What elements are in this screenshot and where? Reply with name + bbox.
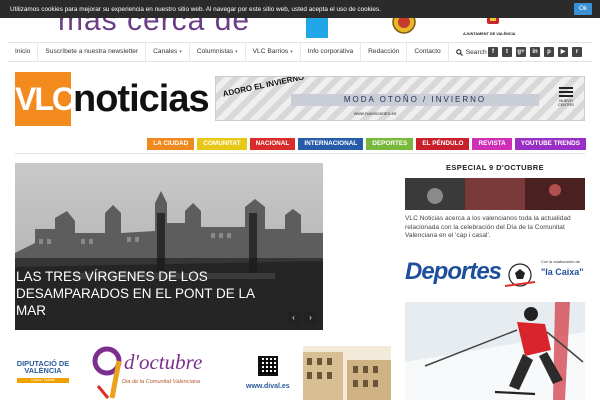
buildings-photo	[303, 346, 391, 400]
logo-noticias: noticias	[73, 78, 210, 120]
nine-icon	[92, 346, 122, 399]
divider	[15, 153, 585, 154]
special-image[interactable]	[405, 178, 585, 210]
nav-item-canales[interactable]: Canales ▾	[146, 42, 190, 62]
dival-url[interactable]: www.dival.es	[246, 383, 290, 390]
category-tag-5[interactable]: EL PÉNDULO	[416, 138, 470, 150]
slider-next-button[interactable]: ›	[304, 311, 317, 325]
buildings-image[interactable]	[303, 346, 391, 400]
diputacio-subtitle: Cultura i Turisme	[17, 378, 69, 383]
category-bar: LA CIUDAD COMUNITAT NACIONAL INTERNACIONAL D…	[147, 138, 586, 150]
cookie-bar: Utilizamos cookies para mejorar su exper…	[0, 0, 600, 18]
special-title: ESPECIAL 9 D'OCTUBRE	[446, 163, 544, 172]
deportes-banner[interactable]: Deportes Con la colaboración de "la Caix…	[405, 258, 585, 290]
octubre-title: d'octubre	[124, 350, 203, 374]
deportes-label: Deportes	[405, 258, 502, 285]
ad-brand: NUEVO CENTRO	[556, 85, 576, 107]
colab-label: Con la colaboración de	[541, 260, 580, 264]
octubre-subtitle: Dia de la Comunitat Valenciana	[122, 379, 201, 385]
pinterest-icon[interactable]: p	[544, 47, 554, 57]
nav-item-contacto[interactable]: Contacto	[407, 42, 449, 62]
main-nav: Inicio Suscríbete a nuestra newsletter C…	[8, 42, 592, 62]
diputacio-logo[interactable]: DIPUTACIÓ DE VALÈNCIA Cultura i Turisme	[15, 360, 71, 384]
site-logo[interactable]: VLC noticias	[15, 72, 210, 126]
cookie-ok-button[interactable]: Ok	[574, 3, 592, 15]
nav-item-redaccion[interactable]: Redacción	[361, 42, 408, 62]
ski-photo	[405, 302, 585, 400]
twitter-icon[interactable]: t	[502, 47, 512, 57]
category-tag-7[interactable]: YOUTUBE TRENDS	[514, 138, 586, 150]
category-tag-1[interactable]: COMUNITAT	[197, 138, 247, 150]
youtube-icon[interactable]: ▶	[558, 47, 568, 57]
special-photo	[405, 178, 585, 210]
logo-vlc: VLC	[15, 72, 75, 126]
category-tag-0[interactable]: LA CIUDAD	[147, 138, 195, 150]
slider-prev-button[interactable]: ‹	[287, 311, 300, 325]
special-description: VLC Noticias acerca a los valencianos to…	[405, 215, 571, 240]
nuevo-centro-icon	[559, 87, 573, 97]
ad-url: www.nuevocentro.es	[354, 111, 397, 116]
search-label: Search	[465, 48, 487, 56]
cookie-text: Utilizamos cookies para mejorar su exper…	[10, 5, 381, 13]
octubre-banner[interactable]: d'octubre Dia de la Comunitat Valenciana	[82, 344, 232, 400]
search-button[interactable]: Search	[449, 43, 494, 62]
category-tag-2[interactable]: NACIONAL	[249, 138, 296, 150]
qr-code-icon	[258, 356, 278, 376]
chevron-down-icon: ▾	[290, 49, 293, 55]
category-tag-4[interactable]: DEPORTES	[366, 138, 414, 150]
search-icon	[455, 48, 463, 56]
ski-image[interactable]	[405, 302, 585, 400]
chevron-down-icon: ▾	[179, 49, 182, 55]
ad-banner[interactable]: ADORO EL INVIERNO MODA OTOÑO / INVIERNO …	[215, 76, 585, 121]
facebook-icon[interactable]: f	[488, 47, 498, 57]
slider-title[interactable]: Las tres vírgenes de los desamparados en…	[16, 268, 266, 319]
diputacio-title: DIPUTACIÓ DE VALÈNCIA	[16, 359, 70, 375]
category-tag-3[interactable]: INTERNACIONAL	[298, 138, 364, 150]
caixa-label: "la Caixa"	[541, 267, 584, 277]
linkedin-icon[interactable]: in	[530, 47, 540, 57]
ad-headline: MODA OTOÑO / INVIERNO	[291, 94, 539, 106]
category-tag-6[interactable]: REVISTA	[472, 138, 512, 150]
social-links: f t g+ in p ▶ r	[488, 47, 582, 57]
nav-item-inicio[interactable]: Inicio	[8, 42, 39, 62]
nav-item-newsletter[interactable]: Suscríbete a nuestra newsletter	[38, 42, 147, 62]
page: mas cerca de AJUNTAMENT DE VALÈNCIA Util…	[0, 0, 600, 400]
nav-item-vlc-barrios[interactable]: VLC Barrios ▾	[246, 42, 301, 62]
rss-icon[interactable]: r	[572, 47, 582, 57]
google-plus-icon[interactable]: g+	[516, 47, 526, 57]
nav-item-info-corporativa[interactable]: Info corporativa	[301, 42, 362, 62]
nav-item-columnistas[interactable]: Columnistas ▾	[190, 42, 246, 62]
ad-brand-label: NUEVO CENTRO	[557, 99, 575, 107]
chevron-down-icon: ▾	[235, 49, 238, 55]
ajuntament-label: AJUNTAMENT DE VALÈNCIA	[463, 32, 516, 36]
soccer-ball-icon	[505, 263, 535, 287]
